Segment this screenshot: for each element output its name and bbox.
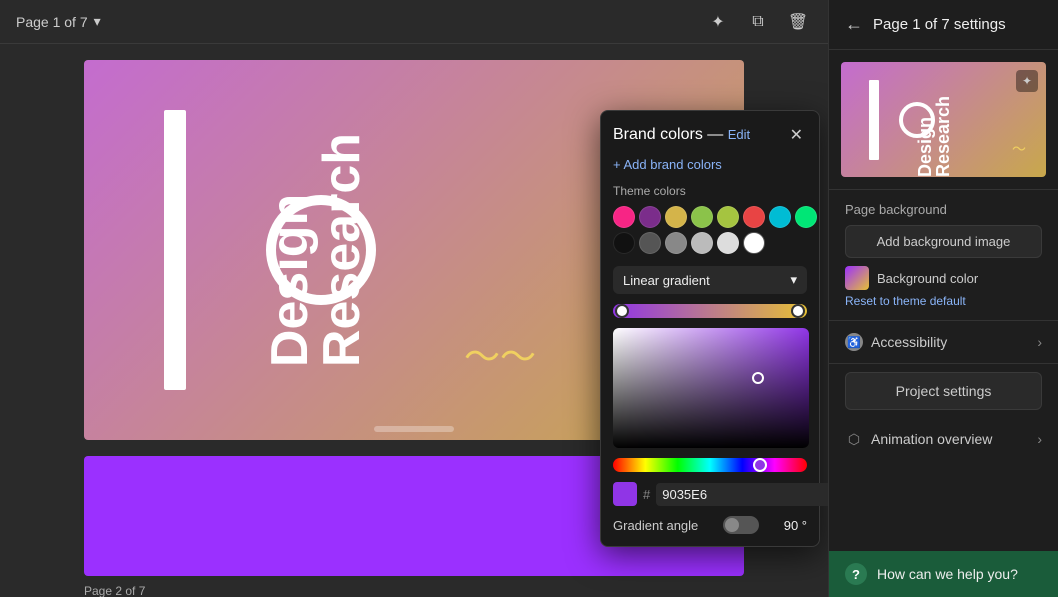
swatch-lighter-gray[interactable] xyxy=(717,232,739,254)
page-indicator[interactable]: Page 1 of 7 ▾ xyxy=(16,13,101,30)
gradient-angle-toggle[interactable] xyxy=(723,516,759,534)
top-bar-icons: ✦ ⧉ 🗑 xyxy=(704,8,812,36)
accessibility-label: Accessibility xyxy=(871,334,947,350)
page-indicator-text: Page 1 of 7 xyxy=(16,14,88,30)
thumb-wave-icon: 〜 xyxy=(1012,139,1026,159)
background-color-swatch[interactable] xyxy=(845,266,869,290)
right-panel: ← Page 1 of 7 settings Design Research 〜… xyxy=(828,0,1058,597)
magic-icon[interactable]: ✦ xyxy=(704,8,732,36)
swatch-green2[interactable] xyxy=(717,206,739,228)
slide-wave-icon: 〜〜 xyxy=(464,328,536,380)
anim-left: ⬡ Animation overview xyxy=(845,430,992,448)
color-swatches-grid xyxy=(613,206,807,254)
swatch-black[interactable] xyxy=(613,232,635,254)
swatch-light-gray[interactable] xyxy=(691,232,713,254)
hue-handle[interactable] xyxy=(753,458,767,472)
color-canvas[interactable] xyxy=(613,328,809,448)
thumb-text: Design Research xyxy=(916,74,952,177)
swatch-green1[interactable] xyxy=(691,206,713,228)
copy-icon[interactable]: ⧉ xyxy=(744,8,772,36)
background-color-label: Background color xyxy=(877,271,978,286)
close-button[interactable]: ✕ xyxy=(786,123,807,147)
project-settings-button[interactable]: Project settings xyxy=(845,372,1042,410)
animation-chevron-icon: › xyxy=(1037,431,1042,447)
hex-row: # 🗑 xyxy=(613,482,807,506)
slide-design-text: DesignResearch xyxy=(264,133,368,367)
canvas-handle[interactable] xyxy=(752,372,764,384)
accessibility-row[interactable]: ♿ Accessibility › xyxy=(829,321,1058,364)
popup-header: Brand colors — Edit ✕ xyxy=(613,123,807,147)
top-bar: Page 1 of 7 ▾ ✦ ⧉ 🗑 xyxy=(0,0,828,44)
trash-icon[interactable]: 🗑 xyxy=(784,8,812,36)
reset-theme-link[interactable]: Reset to theme default xyxy=(845,294,1042,308)
swatch-purple[interactable] xyxy=(639,206,661,228)
hex-symbol: # xyxy=(643,487,650,502)
gradient-type-selector[interactable]: Linear gradient ▾ xyxy=(613,266,807,294)
gradient-angle-row: Gradient angle 90 ° xyxy=(613,516,807,534)
add-brand-colors-button[interactable]: + Add brand colors xyxy=(613,157,807,172)
gradient-track[interactable] xyxy=(613,304,807,318)
swatch-mid-gray[interactable] xyxy=(665,232,687,254)
accessibility-icon: ♿ xyxy=(845,333,863,351)
chevron-down-icon: ▾ xyxy=(790,272,797,288)
swatch-bright-green[interactable] xyxy=(795,206,817,228)
slide-2-label: Page 2 of 7 xyxy=(84,584,145,597)
help-bar[interactable]: ? How can we help you? xyxy=(829,551,1058,597)
brand-colors-label: Brand colors — Edit xyxy=(613,126,750,144)
right-panel-header: ← Page 1 of 7 settings xyxy=(829,0,1058,50)
thumb-bar xyxy=(869,80,879,160)
slide-scrollbar[interactable] xyxy=(374,426,454,432)
swatch-dark-gray[interactable] xyxy=(639,232,661,254)
gradient-angle-label: Gradient angle xyxy=(613,518,698,533)
swatch-yellow[interactable] xyxy=(665,206,687,228)
swatch-white[interactable] xyxy=(743,232,765,254)
page-preview-area: Design Research 〜 ✦ xyxy=(829,50,1058,190)
right-panel-title: Page 1 of 7 settings xyxy=(873,16,1006,33)
hex-color-swatch[interactable] xyxy=(613,482,637,506)
animation-overview-row[interactable]: ⬡ Animation overview › xyxy=(829,418,1058,460)
animation-icon: ⬡ xyxy=(845,430,863,448)
page-thumbnail[interactable]: Design Research 〜 ✦ xyxy=(841,62,1046,177)
gradient-handle-left[interactable] xyxy=(615,304,629,318)
hue-track[interactable] xyxy=(613,458,807,472)
page-background-section: Page background Add background image Bac… xyxy=(829,190,1058,321)
bg-color-row: Background color xyxy=(845,266,1042,290)
magic-wand-button[interactable]: ✦ xyxy=(1016,70,1038,92)
hex-input[interactable] xyxy=(656,483,828,506)
slide-text-block: DesignResearch xyxy=(264,133,368,367)
page-background-title: Page background xyxy=(845,202,1042,217)
toggle-knob xyxy=(725,518,739,532)
left-panel: Page 1 of 7 ▾ ✦ ⧉ 🗑 DesignResearch 〜〜 xyxy=(0,0,828,597)
help-text: How can we help you? xyxy=(877,566,1018,582)
help-icon: ? xyxy=(845,563,867,585)
acc-left: ♿ Accessibility xyxy=(845,333,947,351)
back-arrow-icon[interactable]: ← xyxy=(845,14,863,35)
gradient-angle-value: 90 ° xyxy=(784,518,807,533)
accessibility-chevron-icon: › xyxy=(1037,334,1042,350)
swatch-cyan[interactable] xyxy=(769,206,791,228)
gradient-handle-right[interactable] xyxy=(791,304,805,318)
slide-white-bar xyxy=(164,110,186,390)
animation-overview-label: Animation overview xyxy=(871,431,992,447)
swatch-pink[interactable] xyxy=(613,206,635,228)
theme-colors-label: Theme colors xyxy=(613,184,807,198)
color-picker-popup: Brand colors — Edit ✕ + Add brand colors… xyxy=(600,110,820,547)
swatch-red[interactable] xyxy=(743,206,765,228)
edit-link[interactable]: Edit xyxy=(728,127,750,142)
dropdown-arrow-icon: ▾ xyxy=(94,13,101,30)
add-background-image-button[interactable]: Add background image xyxy=(845,225,1042,258)
